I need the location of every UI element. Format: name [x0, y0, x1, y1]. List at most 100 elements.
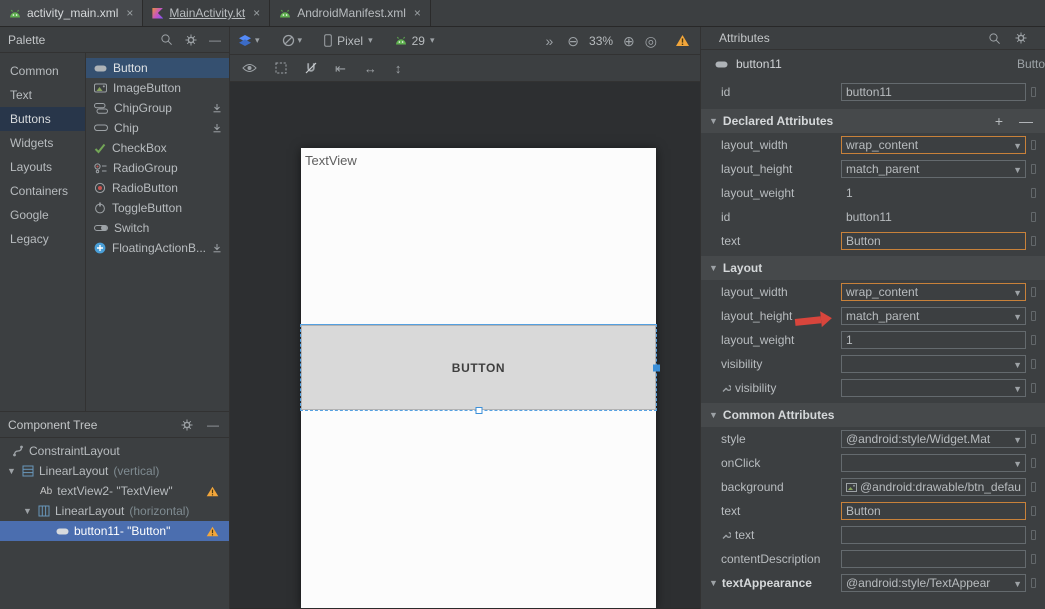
favorite-toggle[interactable]: [1031, 578, 1036, 588]
category-containers[interactable]: Containers: [0, 179, 85, 203]
favorite-toggle[interactable]: [1031, 236, 1036, 246]
hide-panel-icon[interactable]: —: [207, 418, 219, 432]
canvas-textview[interactable]: TextView: [305, 153, 357, 168]
design-surface-mode-button[interactable]: ▾: [238, 34, 260, 47]
category-google[interactable]: Google: [0, 203, 85, 227]
layout-height-dropdown[interactable]: match_parent ▼: [841, 160, 1026, 178]
device-selector[interactable]: Pixel ▾: [324, 34, 373, 48]
component-togglebutton[interactable]: ToggleButton: [86, 198, 229, 218]
favorite-toggle[interactable]: [1031, 311, 1036, 321]
chevron-down-icon[interactable]: ▼: [709, 578, 718, 588]
id-value[interactable]: button11: [841, 210, 1026, 224]
tree-item-button11[interactable]: button11- "Button": [0, 521, 229, 541]
gear-icon[interactable]: [1015, 32, 1027, 44]
layout-weight-field[interactable]: 1: [841, 331, 1026, 349]
favorite-toggle[interactable]: [1031, 287, 1036, 297]
text-field[interactable]: Button: [841, 232, 1026, 250]
favorite-toggle[interactable]: [1031, 458, 1036, 468]
zoom-out-button[interactable]: ⊖: [567, 34, 579, 48]
autoconnect-off-icon[interactable]: [305, 62, 317, 74]
component-radiogroup[interactable]: RadioGroup: [86, 158, 229, 178]
section-common-attributes[interactable]: ▼ Common Attributes: [701, 403, 1045, 427]
orientation-button[interactable]: ▾: [282, 34, 303, 47]
add-attribute-button[interactable]: +: [995, 113, 1003, 129]
textappearance-dropdown[interactable]: @android:style/TextAppear ▼: [841, 574, 1026, 592]
favorite-toggle[interactable]: [1031, 383, 1036, 393]
download-icon[interactable]: [212, 123, 222, 133]
component-chipgroup[interactable]: ChipGroup: [86, 98, 229, 118]
download-icon[interactable]: [212, 103, 222, 113]
canvas-button[interactable]: BUTTON: [301, 325, 656, 410]
text-field[interactable]: Button: [841, 502, 1026, 520]
style-dropdown[interactable]: @android:style/Widget.Mat ▼: [841, 430, 1026, 448]
tree-item-constraintlayout[interactable]: ConstraintLayout: [0, 441, 229, 461]
view-options-icon[interactable]: [242, 63, 257, 73]
component-checkbox[interactable]: CheckBox: [86, 138, 229, 158]
favorite-toggle[interactable]: [1031, 212, 1036, 222]
component-switch[interactable]: Switch: [86, 218, 229, 238]
show-blueprint-icon[interactable]: [275, 62, 287, 74]
favorite-toggle[interactable]: [1031, 530, 1036, 540]
favorite-toggle[interactable]: [1031, 335, 1036, 345]
contentdescription-field[interactable]: [841, 550, 1026, 568]
search-icon[interactable]: [988, 32, 1001, 45]
toolbar-overflow-chevrons[interactable]: »: [545, 33, 553, 49]
infer-constraints-icon[interactable]: ↕: [395, 62, 402, 75]
tab-activity-main-xml[interactable]: activity_main.xml ×: [0, 0, 143, 26]
favorite-toggle[interactable]: [1031, 188, 1036, 198]
layout-weight-value[interactable]: 1: [841, 186, 1026, 200]
category-common[interactable]: Common: [0, 59, 85, 83]
device-canvas[interactable]: TextView BUTTON: [301, 148, 656, 608]
clear-constraints-icon[interactable]: ↔: [364, 62, 377, 75]
category-widgets[interactable]: Widgets: [0, 131, 85, 155]
category-text[interactable]: Text: [0, 83, 85, 107]
hide-panel-icon[interactable]: —: [209, 33, 221, 47]
background-field[interactable]: @android:drawable/btn_defau: [841, 478, 1026, 496]
default-margins-icon[interactable]: ⇤: [335, 62, 346, 75]
search-icon[interactable]: [160, 33, 173, 46]
favorite-toggle[interactable]: [1031, 434, 1036, 444]
zoom-to-fit-button[interactable]: ◎: [645, 34, 657, 48]
layout-width-dropdown[interactable]: wrap_content ▼: [841, 136, 1026, 154]
tools-text-field[interactable]: [841, 526, 1026, 544]
tab-mainactivity-kt[interactable]: MainActivity.kt ×: [143, 0, 270, 26]
section-declared-attributes[interactable]: ▼ Declared Attributes + —: [701, 109, 1045, 133]
warning-icon[interactable]: [206, 526, 219, 537]
tree-item-linearlayout-vertical[interactable]: ▼ LinearLayout (vertical): [0, 461, 229, 481]
chevron-down-icon[interactable]: ▼: [6, 466, 17, 476]
tree-item-textview2[interactable]: Ab textView2- "TextView": [0, 481, 229, 501]
favorite-toggle[interactable]: [1031, 87, 1036, 97]
component-floatingactionbutton[interactable]: FloatingActionB...: [86, 238, 229, 258]
favorite-toggle[interactable]: [1031, 359, 1036, 369]
section-layout[interactable]: ▼ Layout: [701, 256, 1045, 280]
tools-visibility-dropdown[interactable]: ▼: [841, 379, 1026, 397]
layout-width-dropdown[interactable]: wrap_content ▼: [841, 283, 1026, 301]
visibility-dropdown[interactable]: ▼: [841, 355, 1026, 373]
api-level-selector[interactable]: 29 ▾: [395, 34, 435, 48]
remove-attribute-button[interactable]: —: [1019, 113, 1033, 129]
layout-height-dropdown[interactable]: match_parent ▼: [841, 307, 1026, 325]
component-radiobutton[interactable]: RadioButton: [86, 178, 229, 198]
close-icon[interactable]: ×: [414, 6, 421, 20]
category-legacy[interactable]: Legacy: [0, 227, 85, 251]
favorite-toggle[interactable]: [1031, 506, 1036, 516]
close-icon[interactable]: ×: [126, 6, 133, 20]
onclick-dropdown[interactable]: ▼: [841, 454, 1026, 472]
download-icon[interactable]: [212, 243, 222, 253]
zoom-in-button[interactable]: ⊕: [623, 34, 635, 48]
component-button[interactable]: Button: [86, 58, 229, 78]
favorite-toggle[interactable]: [1031, 164, 1036, 174]
tree-item-linearlayout-horizontal[interactable]: ▼ LinearLayout (horizontal): [0, 501, 229, 521]
favorite-toggle[interactable]: [1031, 482, 1036, 492]
warning-icon[interactable]: [675, 34, 690, 47]
category-layouts[interactable]: Layouts: [0, 155, 85, 179]
component-chip[interactable]: Chip: [86, 118, 229, 138]
design-surface[interactable]: TextView BUTTON: [230, 82, 700, 608]
resize-handle-bottom[interactable]: [475, 407, 482, 414]
favorite-toggle[interactable]: [1031, 554, 1036, 564]
component-imagebutton[interactable]: ImageButton: [86, 78, 229, 98]
category-buttons[interactable]: Buttons: [0, 107, 85, 131]
gear-icon[interactable]: [185, 34, 197, 46]
tab-androidmanifest-xml[interactable]: AndroidManifest.xml ×: [270, 0, 431, 26]
warning-icon[interactable]: [206, 486, 219, 497]
